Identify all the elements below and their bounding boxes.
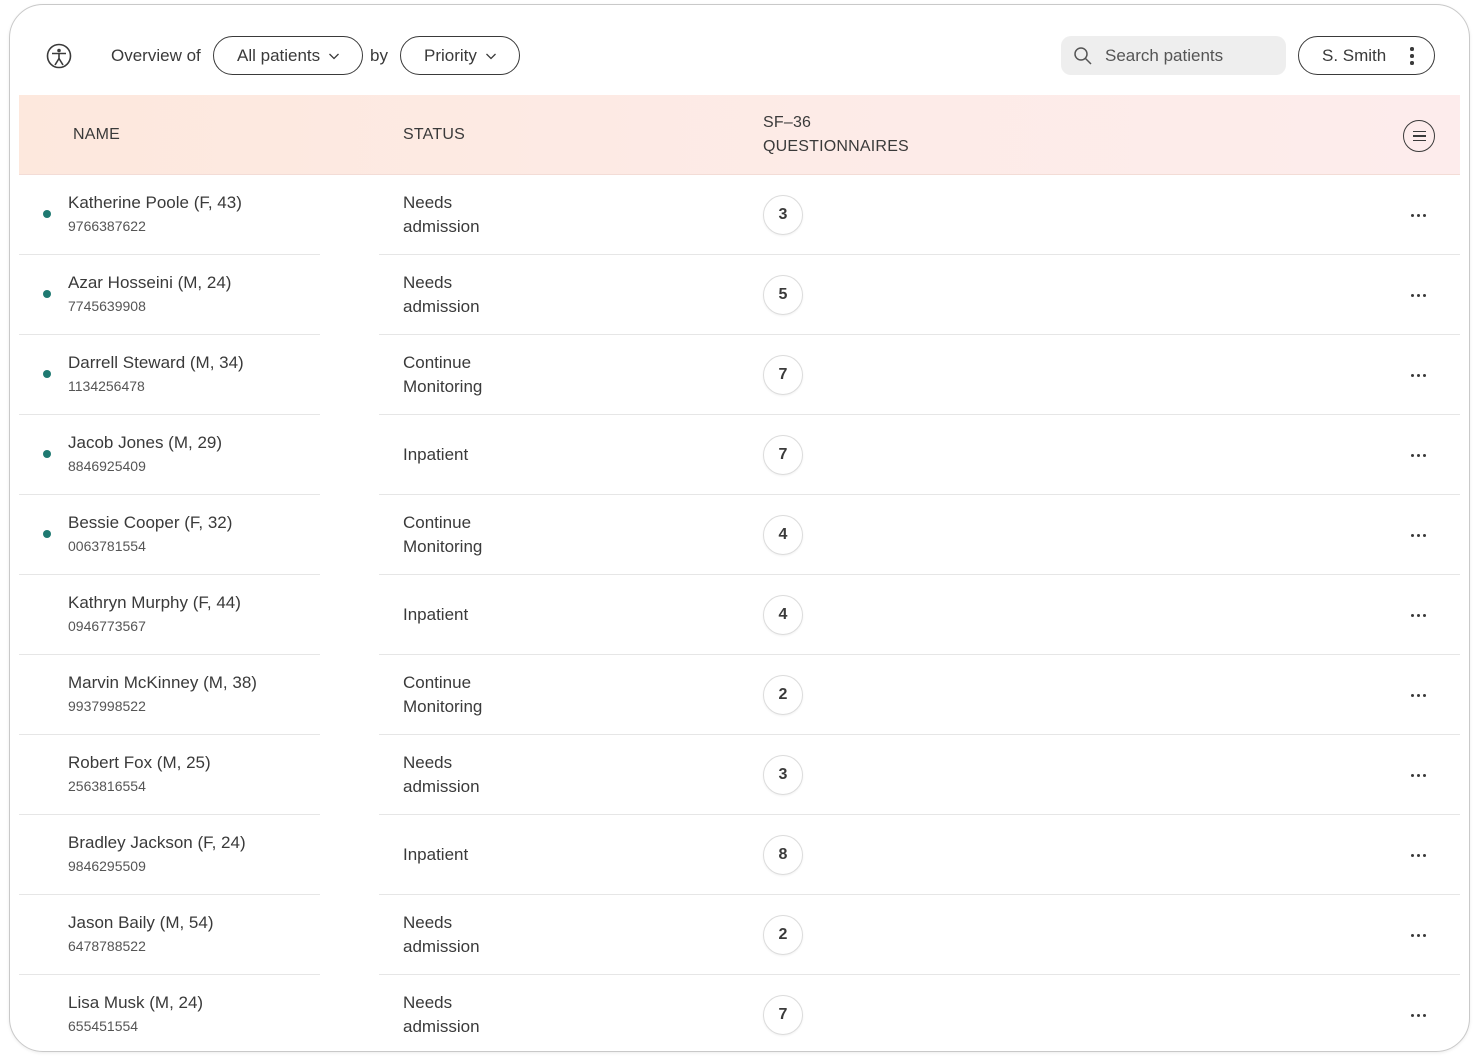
questionnaire-count-badge[interactable]: 5: [763, 275, 803, 315]
table-row[interactable]: Bradley Jackson (F, 24) 9846295509 Inpat…: [19, 815, 1460, 895]
questionnaire-count-badge[interactable]: 7: [763, 435, 803, 475]
questionnaire-count-badge[interactable]: 3: [763, 195, 803, 235]
table-row[interactable]: Robert Fox (M, 25) 2563816554 Needs admis…: [19, 735, 1460, 815]
more-horizontal-icon[interactable]: [1404, 205, 1432, 225]
table-header: NAME STATUS SF–36 QUESTIONNAIRES: [19, 95, 1460, 175]
patient-id: 9846295509: [68, 858, 146, 874]
chevron-down-icon: [485, 53, 496, 59]
questionnaire-count-badge[interactable]: 3: [763, 755, 803, 795]
patient-status: Continue Monitoring: [403, 513, 483, 556]
patient-status: Needs admission: [403, 753, 480, 796]
user-name: S. Smith: [1322, 45, 1387, 65]
questionnaire-count-badge[interactable]: 4: [763, 515, 803, 555]
patient-name[interactable]: Robert Fox (M, 25): [68, 753, 211, 773]
patient-id: 9937998522: [68, 698, 146, 714]
questionnaire-count-badge[interactable]: 4: [763, 595, 803, 635]
more-horizontal-icon[interactable]: [1404, 445, 1432, 465]
patient-id: 1134256478: [68, 378, 145, 394]
patient-id: 8846925409: [68, 458, 146, 474]
sort-value: Priority: [424, 45, 477, 65]
table-row[interactable]: Darrell Steward (M, 34) 1134256478 Conti…: [19, 335, 1460, 415]
priority-dot: [43, 290, 51, 298]
patient-table-body: Katherine Poole (F, 43) 9766387622 Needs…: [19, 175, 1460, 1051]
priority-dot: [43, 530, 51, 538]
more-horizontal-icon[interactable]: [1404, 765, 1432, 785]
priority-dot: [43, 210, 51, 218]
patient-filter-dropdown[interactable]: All patients: [213, 36, 364, 75]
column-header-name[interactable]: NAME: [73, 123, 120, 147]
patient-name[interactable]: Marvin McKinney (M, 38): [68, 673, 257, 693]
table-row[interactable]: Azar Hosseini (M, 24) 7745639908 Needs ad…: [19, 255, 1460, 335]
patient-id: 9766387622: [68, 218, 146, 234]
overview-label: Overview of: [111, 46, 201, 65]
patient-name[interactable]: Darrell Steward (M, 34): [68, 353, 244, 373]
kebab-vertical-icon: [1410, 47, 1414, 65]
search-placeholder: Search patients: [1105, 45, 1224, 65]
search-icon: [1074, 46, 1092, 65]
column-header-questionnaires[interactable]: SF–36 QUESTIONNAIRES: [763, 111, 909, 159]
table-row[interactable]: Katherine Poole (F, 43) 9766387622 Needs…: [19, 175, 1460, 255]
patient-name[interactable]: Jacob Jones (M, 29): [68, 433, 222, 453]
table-row[interactable]: Jason Baily (M, 54) 6478788522 Needs admi…: [19, 895, 1460, 975]
more-horizontal-icon[interactable]: [1404, 525, 1432, 545]
user-menu-button[interactable]: S. Smith: [1298, 36, 1435, 75]
patient-id: 0946773567: [68, 618, 146, 634]
chevron-down-icon: [329, 53, 340, 59]
more-horizontal-icon[interactable]: [1404, 365, 1432, 385]
questionnaire-count-badge[interactable]: 2: [763, 675, 803, 715]
table-row[interactable]: Lisa Musk (M, 24) 655451554 Needs admissi…: [19, 975, 1460, 1051]
questionnaire-count-badge[interactable]: 8: [763, 835, 803, 875]
priority-dot: [43, 450, 51, 458]
patient-status: Inpatient: [403, 845, 469, 864]
patient-status: Needs admission: [403, 993, 480, 1036]
accessibility-person-icon[interactable]: [46, 43, 72, 69]
more-horizontal-icon[interactable]: [1404, 925, 1432, 945]
patient-id: 2563816554: [68, 778, 146, 794]
patient-status: Needs admission: [403, 273, 480, 316]
table-row[interactable]: Jacob Jones (M, 29) 8846925409 Inpatient…: [19, 415, 1460, 495]
questionnaire-count-badge[interactable]: 7: [763, 995, 803, 1035]
patient-status: Continue Monitoring: [403, 353, 483, 396]
app-window: Overview of All patients by Priority Sea…: [9, 4, 1470, 1052]
more-horizontal-icon[interactable]: [1404, 845, 1432, 865]
patient-name[interactable]: Lisa Musk (M, 24): [68, 993, 203, 1013]
more-horizontal-icon[interactable]: [1404, 605, 1432, 625]
by-label: by: [370, 46, 388, 65]
patient-status: Inpatient: [403, 445, 469, 464]
questionnaire-count-badge[interactable]: 2: [763, 915, 803, 955]
patient-name[interactable]: Bradley Jackson (F, 24): [68, 833, 246, 853]
patient-name[interactable]: Katherine Poole (F, 43): [68, 193, 242, 213]
column-header-status[interactable]: STATUS: [403, 123, 465, 147]
patient-id: 7745639908: [68, 298, 146, 314]
patient-id: 655451554: [68, 1018, 139, 1034]
priority-dot: [43, 370, 51, 378]
top-bar: Overview of All patients by Priority Sea…: [10, 5, 1469, 95]
sort-dropdown[interactable]: Priority: [400, 36, 520, 75]
patient-name[interactable]: Jason Baily (M, 54): [68, 913, 214, 933]
patient-status: Inpatient: [403, 605, 469, 624]
patient-status: Needs admission: [403, 193, 480, 236]
patient-filter-value: All patients: [237, 45, 321, 65]
questionnaire-count-badge[interactable]: 7: [763, 355, 803, 395]
patient-id: 6478788522: [68, 938, 146, 954]
more-horizontal-icon[interactable]: [1404, 285, 1432, 305]
patient-name[interactable]: Bessie Cooper (F, 32): [68, 513, 232, 533]
table-row[interactable]: Kathryn Murphy (F, 44) 0946773567 Inpati…: [19, 575, 1460, 655]
hamburger-menu-icon[interactable]: [1403, 120, 1435, 152]
patient-id: 0063781554: [68, 538, 146, 554]
patient-status: Continue Monitoring: [403, 673, 483, 716]
patient-name[interactable]: Azar Hosseini (M, 24): [68, 273, 231, 293]
more-horizontal-icon[interactable]: [1404, 1005, 1432, 1025]
column-header-questionnaires-line2: QUESTIONNAIRES: [763, 138, 909, 155]
search-input[interactable]: Search patients: [1061, 36, 1286, 75]
table-row[interactable]: Bessie Cooper (F, 32) 0063781554 Continu…: [19, 495, 1460, 575]
patient-name[interactable]: Kathryn Murphy (F, 44): [68, 593, 241, 613]
patient-status: Needs admission: [403, 913, 480, 956]
more-horizontal-icon[interactable]: [1404, 685, 1432, 705]
table-row[interactable]: Marvin McKinney (M, 38) 9937998522 Conti…: [19, 655, 1460, 735]
column-header-questionnaires-line1: SF–36: [763, 114, 812, 131]
